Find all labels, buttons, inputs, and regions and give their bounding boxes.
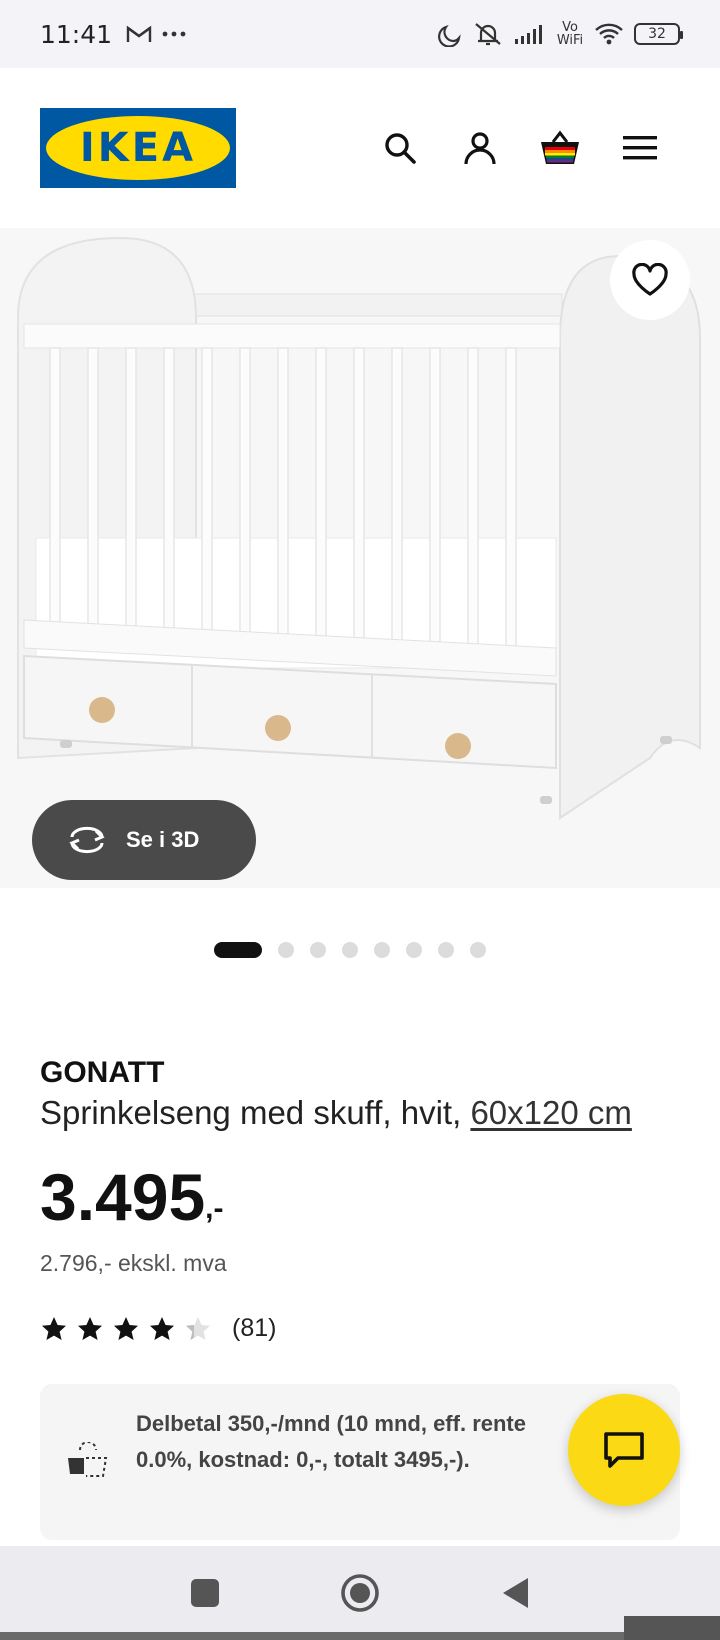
site-header: IKEA — [0, 68, 720, 228]
product-price: 3.495 ,- — [40, 1164, 224, 1230]
search-icon[interactable] — [378, 126, 422, 170]
logo-text: IKEA — [79, 125, 197, 171]
favorite-button[interactable] — [610, 240, 690, 320]
moon-icon — [438, 24, 461, 47]
crib-image — [0, 228, 720, 888]
gmail-icon — [126, 25, 152, 42]
star-filled-icon — [42, 1316, 66, 1340]
star-filled-icon — [150, 1316, 174, 1340]
carousel-dot[interactable] — [310, 942, 326, 958]
carousel-dot[interactable] — [374, 942, 390, 958]
vowifi-label: Vo WiFi — [556, 20, 584, 48]
home-icon[interactable] — [340, 1573, 380, 1613]
nav-bottom-strip — [0, 1632, 720, 1640]
chat-icon — [604, 1432, 644, 1468]
carousel-dot[interactable] — [278, 942, 294, 958]
wifi-icon — [595, 23, 623, 45]
menu-icon[interactable] — [618, 126, 662, 170]
installment-text: Delbetal 350,-/mnd (10 mnd, eff. rente 0… — [136, 1411, 526, 1472]
price-excl-vat: 2.796,- ekskl. mva — [40, 1250, 227, 1276]
see-in-3d-label: Se i 3D — [126, 827, 200, 852]
product-description-text: Sprinkelseng med skuff, hvit, — [40, 1094, 462, 1131]
status-bar: 11:41 Vo WiFi 32 — [0, 0, 720, 68]
star-filled-icon — [114, 1316, 138, 1340]
carousel-dot[interactable] — [470, 942, 486, 958]
product-description: Sprinkelseng med skuff, hvit, 60x120 cm — [40, 1094, 632, 1132]
battery-indicator: 32 — [634, 23, 683, 45]
heart-icon — [632, 263, 668, 296]
recent-apps-icon[interactable] — [190, 1578, 220, 1608]
star-filled-icon — [78, 1316, 102, 1340]
rating-count: (81) — [232, 1314, 277, 1342]
chat-button[interactable] — [568, 1394, 680, 1506]
star-partial-icon — [186, 1316, 210, 1340]
carousel-dot[interactable] — [342, 942, 358, 958]
price-suffix: ,- — [205, 1192, 224, 1225]
nav-corner — [624, 1616, 720, 1640]
product-image-carousel[interactable]: Se i 3D — [0, 228, 720, 888]
carousel-dot[interactable] — [438, 942, 454, 958]
carousel-indicator — [0, 940, 720, 960]
more-dots-icon — [162, 31, 186, 37]
see-in-3d-button[interactable]: Se i 3D — [32, 800, 256, 880]
signal-icon — [515, 25, 542, 44]
product-rating[interactable]: (81) — [40, 1314, 276, 1343]
carousel-dot[interactable] — [406, 942, 422, 958]
back-icon[interactable] — [500, 1576, 530, 1610]
rotate-3d-icon — [69, 826, 105, 854]
user-icon[interactable] — [458, 126, 502, 170]
product-size-link[interactable]: 60x120 cm — [470, 1094, 631, 1131]
product-name: GONATT — [40, 1056, 165, 1089]
price-main: 3.495 — [40, 1160, 206, 1234]
basket-icon[interactable] — [538, 126, 582, 170]
ikea-logo[interactable]: IKEA — [40, 108, 236, 188]
vibrate-icon — [475, 23, 501, 46]
status-time: 11:41 — [40, 19, 113, 49]
android-nav-bar — [0, 1546, 720, 1640]
carousel-dot-active[interactable] — [214, 942, 262, 958]
installment-icon — [68, 1442, 108, 1477]
